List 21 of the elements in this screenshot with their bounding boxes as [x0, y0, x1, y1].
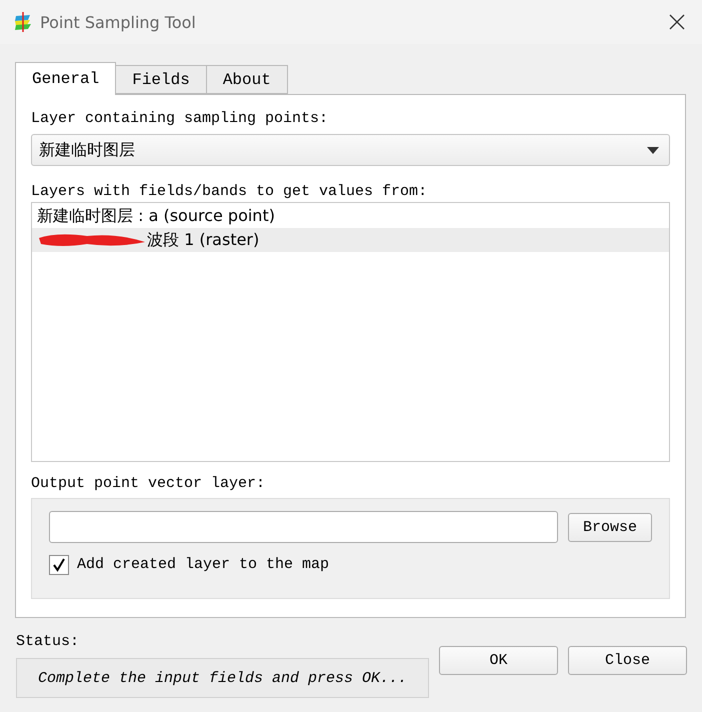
- caret-icon: [647, 146, 659, 154]
- output-path-field[interactable]: [49, 511, 558, 543]
- list-item[interactable]: 新建临时图层 : a (source point): [37, 206, 275, 226]
- window-title: Point Sampling Tool: [40, 12, 197, 32]
- checkbox[interactable]: [49, 555, 69, 575]
- field-label: Layer containing sampling points:: [31, 109, 330, 129]
- list-item[interactable]: 波段 1 (raster): [147, 230, 260, 250]
- layer-dropdown[interactable]: 新建临时图层: [31, 134, 670, 166]
- tab[interactable]: General: [15, 62, 116, 95]
- checkbox-label: Add created layer to the map: [77, 555, 330, 575]
- status-label: Status:: [16, 632, 80, 652]
- tab[interactable]: About: [206, 65, 288, 94]
- close-icon[interactable]: [668, 13, 686, 31]
- tab[interactable]: Fields: [115, 65, 207, 94]
- status-message: Complete the input fields and press OK...: [16, 658, 429, 698]
- field-label: Output point vector layer:: [31, 474, 266, 494]
- field-label: Layers with fields/bands to get values from:: [31, 182, 428, 202]
- browse-button[interactable]: Browse: [568, 512, 652, 542]
- dialog-button[interactable]: OK: [439, 646, 558, 675]
- dialog-button[interactable]: Close: [568, 646, 687, 675]
- app-logo-icon: [12, 11, 34, 33]
